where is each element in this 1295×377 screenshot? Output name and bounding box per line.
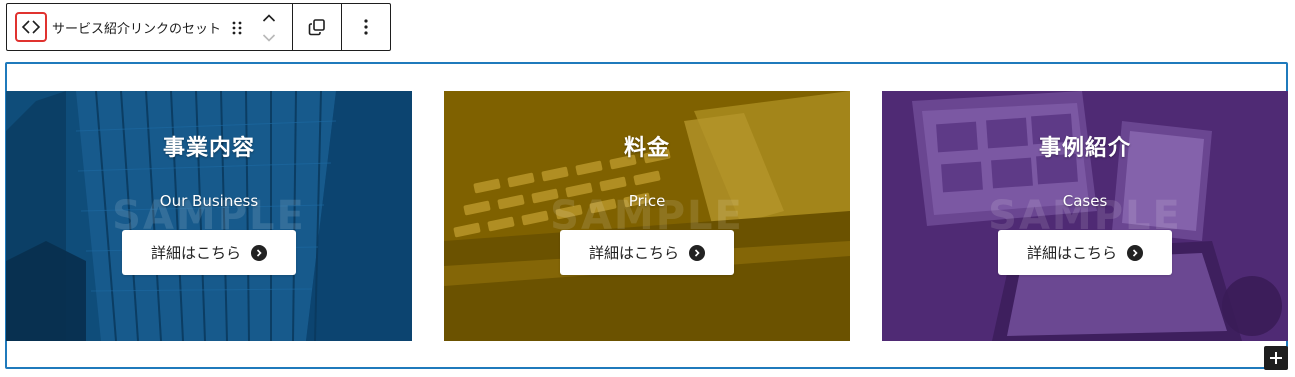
arrow-right-circle-icon xyxy=(251,244,267,261)
arrow-right-circle-icon xyxy=(1127,244,1143,261)
more-vertical-icon xyxy=(364,19,368,35)
block-movers xyxy=(258,9,280,47)
plus-icon xyxy=(1270,352,1282,364)
move-down-button[interactable] xyxy=(258,29,280,47)
card-title: 事業内容 xyxy=(162,136,255,161)
card-subtitle: Price xyxy=(628,192,666,210)
block-type-button[interactable] xyxy=(15,12,47,42)
details-button[interactable]: 詳細はこちら xyxy=(122,230,296,275)
block-title: サービス紹介リンクのセット xyxy=(52,21,222,37)
block-toolbar: サービス紹介リンクのセット xyxy=(6,3,391,51)
card-subtitle: Our Business xyxy=(159,192,259,210)
service-card-cases[interactable]: SAMPLE 事例紹介 Cases 詳細はこちら xyxy=(882,91,1288,341)
chevron-up-icon xyxy=(262,14,276,22)
arrow-right-circle-icon xyxy=(689,244,705,261)
code-diamond-icon xyxy=(21,20,41,34)
details-button-label: 詳細はこちら xyxy=(1026,244,1117,262)
card-subtitle: Cases xyxy=(1062,192,1108,210)
details-button[interactable]: 詳細はこちら xyxy=(560,230,734,275)
add-block-button[interactable] xyxy=(1264,346,1288,370)
service-card-price[interactable]: SAMPLE 料金 Price 詳細はこちら xyxy=(444,91,850,341)
details-button-label: 詳細はこちら xyxy=(150,244,241,262)
duplicate-icon xyxy=(308,19,325,36)
card-content: 料金 Price 詳細はこちら xyxy=(444,91,850,341)
more-options-button[interactable] xyxy=(342,4,390,50)
drag-handle[interactable] xyxy=(230,18,244,38)
details-button-label: 詳細はこちら xyxy=(588,244,679,262)
card-title: 事例紹介 xyxy=(1038,136,1131,161)
block-toolbar-main: サービス紹介リンクのセット xyxy=(7,4,293,50)
card-content: 事業内容 Our Business 詳細はこちら xyxy=(6,91,412,341)
move-up-button[interactable] xyxy=(258,9,280,27)
details-button[interactable]: 詳細はこちら xyxy=(998,230,1172,275)
duplicate-button[interactable] xyxy=(293,4,342,50)
service-card-business[interactable]: SAMPLE 事業内容 Our Business 詳細はこちら xyxy=(6,91,412,341)
card-title: 料金 xyxy=(623,136,670,161)
card-content: 事例紹介 Cases 詳細はこちら xyxy=(882,91,1288,341)
drag-handle-icon xyxy=(232,21,242,35)
chevron-down-icon xyxy=(262,34,276,42)
